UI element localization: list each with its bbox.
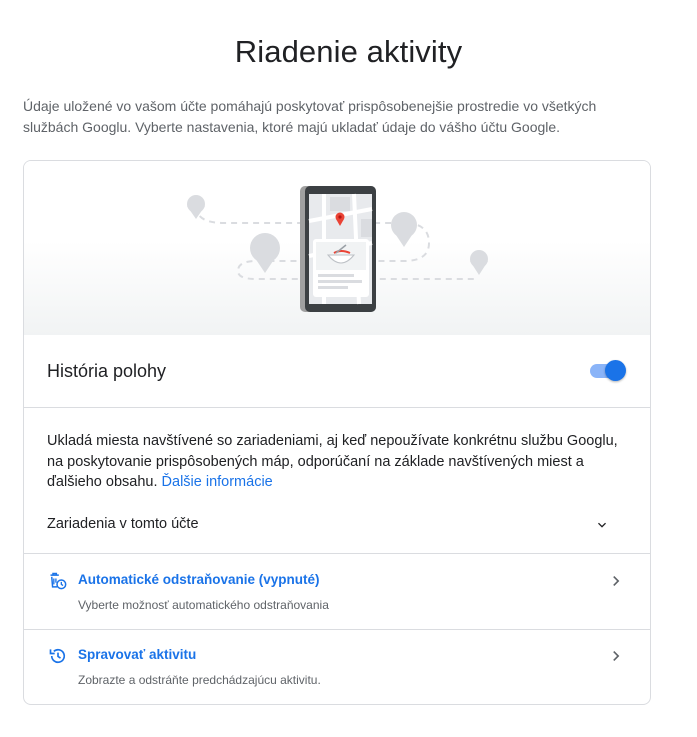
pin-icon (250, 233, 280, 273)
location-history-row: História polohy (24, 335, 650, 408)
devices-expander[interactable]: Zariadenia v tomto účte (24, 506, 650, 554)
setting-description: Ukladá miesta navštívené so zariadeniami… (47, 431, 627, 493)
location-history-card: História polohy Ukladá miesta navštívené… (23, 160, 651, 705)
intro-text: Údaje uložené vo vašom účte pomáhajú pos… (23, 98, 597, 135)
phone-icon (300, 186, 376, 312)
location-history-toggle[interactable] (590, 360, 626, 382)
auto-delete-icon (50, 572, 67, 590)
auto-delete-link[interactable]: Automatické odstraňovanie (vypnuté) Vybe… (24, 555, 650, 630)
auto-delete-subtitle: Vyberte možnosť automatického odstraňova… (78, 598, 329, 612)
phone-map-illustration (187, 186, 488, 312)
pin-icon (470, 250, 488, 275)
auto-delete-title: Automatické odstraňovanie (vypnuté) (78, 572, 320, 587)
manage-activity-subtitle: Zobrazte a odstráňte predchádzajúcu akti… (78, 673, 321, 687)
toggle-thumb (605, 360, 626, 381)
setting-description-text: Ukladá miesta navštívené so zariadeniami… (47, 433, 618, 490)
chevron-down-icon (598, 522, 606, 528)
devices-label: Zariadenia v tomto účte (47, 516, 199, 532)
manage-activity-link[interactable]: Spravovať aktivitu Zobrazte a odstráňte … (24, 630, 650, 704)
learn-more-link[interactable]: Ďalšie informácie (162, 474, 273, 490)
chevron-right-icon (613, 576, 620, 586)
history-icon (49, 648, 66, 664)
pin-icon (391, 212, 417, 247)
manage-activity-title: Spravovať aktivitu (78, 647, 197, 662)
setting-title: História polohy (47, 361, 167, 381)
location-history-illustration (24, 161, 650, 335)
pin-icon (187, 195, 205, 219)
chevron-right-icon (613, 651, 620, 661)
page-title: Riadenie aktivity (234, 34, 463, 69)
